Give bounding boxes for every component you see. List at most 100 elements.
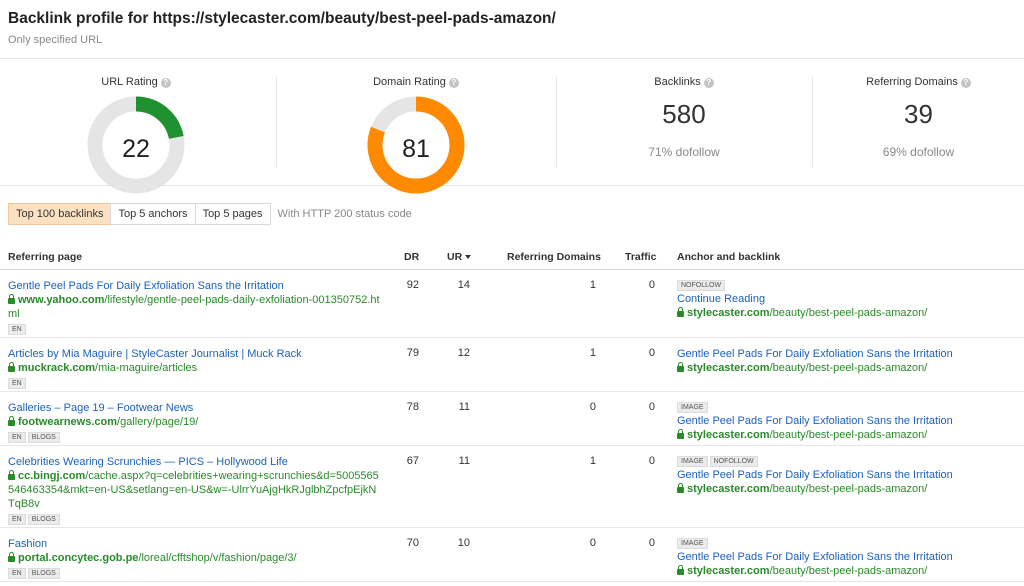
url-domain: muckrack.com (18, 362, 96, 374)
domain-rating-value: 81 (402, 135, 430, 163)
anchor-tags: IMAGE NOFOLLOW (677, 455, 1017, 467)
url-domain: stylecaster.com (687, 429, 770, 441)
tab-top-5-anchors[interactable]: Top 5 anchors (110, 203, 196, 225)
referring-domains-value[interactable]: 39 (813, 99, 1024, 130)
tab-top-5-pages[interactable]: Top 5 pages (194, 203, 271, 225)
traffic-value: 0 (648, 347, 655, 359)
link-type-tag: IMAGE (677, 456, 708, 467)
help-icon[interactable]: ? (703, 78, 714, 88)
referring-page-url[interactable]: www.yahoo.com/lifestyle/gentle-peel-pads… (8, 293, 380, 321)
lock-icon (677, 307, 684, 317)
backlink-target-url[interactable]: stylecaster.com/beauty/best-peel-pads-am… (677, 564, 1017, 578)
referring-page-title[interactable]: Celebrities Wearing Scrunchies — PICS – … (8, 455, 380, 469)
anchor-text[interactable]: Continue Reading (677, 292, 1017, 306)
backlink-target-url[interactable]: stylecaster.com/beauty/best-peel-pads-am… (677, 361, 1017, 375)
lock-icon (677, 429, 684, 439)
dr-value: 70 (406, 537, 419, 549)
anchor-cell: IMAGE NOFOLLOW Gentle Peel Pads For Daily… (677, 455, 1017, 496)
lock-icon (8, 362, 15, 372)
metrics-panel: URL Rating? 22 Domain Rating? 81 Backlin… (0, 58, 1024, 194)
dr-value: 67 (406, 455, 419, 467)
referring-page-url[interactable]: muckrack.com/mia-maguire/articles (8, 361, 380, 375)
language-tag: EN (8, 378, 26, 389)
domain-rating-metric: Domain Rating? 81 (277, 59, 555, 194)
url-path: /beauty/best-peel-pads-amazon/ (769, 483, 928, 495)
col-dr[interactable]: DR (404, 251, 419, 263)
lock-icon (8, 552, 15, 562)
url-domain: stylecaster.com (687, 565, 770, 577)
anchor-tags: IMAGE (677, 537, 1017, 549)
url-rating-metric: URL Rating? 22 (0, 59, 272, 194)
ur-value: 11 (458, 401, 470, 413)
referring-page-title[interactable]: Articles by Mia Maguire | StyleCaster Jo… (8, 347, 380, 361)
page-tags: EN (8, 377, 380, 389)
backlinks-metric: Backlinks? 580 71% dofollow (557, 59, 811, 187)
lock-icon (677, 483, 684, 493)
backlink-target-url[interactable]: stylecaster.com/beauty/best-peel-pads-am… (677, 482, 1017, 496)
referring-domains-metric: Referring Domains? 39 69% dofollow (813, 59, 1024, 187)
referring-page-title[interactable]: Fashion (8, 537, 380, 551)
col-referring-domains[interactable]: Referring Domains (507, 251, 601, 263)
referring-page-url[interactable]: portal.concytec.gob.pe/loreal/cfftshop/v… (8, 551, 380, 565)
language-tag: EN (8, 432, 26, 443)
tabs-note: With HTTP 200 status code (277, 208, 412, 220)
traffic-value: 0 (648, 401, 655, 413)
table-row: Fashion portal.concytec.gob.pe/loreal/cf… (0, 528, 1024, 582)
url-rating-label: URL Rating (101, 76, 158, 88)
referring-page-title[interactable]: Gentle Peel Pads For Daily Exfoliation S… (8, 279, 380, 293)
lock-icon (677, 565, 684, 575)
language-tag: EN (8, 514, 26, 525)
url-domain: www.yahoo.com (18, 294, 105, 306)
table-row: Celebrities Wearing Scrunchies — PICS – … (0, 446, 1024, 528)
referring-domains-dofollow: 69% dofollow (882, 145, 955, 159)
help-icon[interactable]: ? (960, 78, 971, 88)
backlink-target-url[interactable]: stylecaster.com/beauty/best-peel-pads-am… (677, 306, 1017, 320)
lock-icon (8, 470, 15, 480)
ur-value: 12 (457, 347, 470, 359)
help-icon[interactable]: ? (160, 78, 171, 88)
help-icon[interactable]: ? (448, 78, 459, 88)
referring-domains-value: 0 (589, 401, 596, 413)
referring-page-url[interactable]: cc.bingj.com/cache.aspx?q=celebrities+we… (8, 469, 380, 511)
referring-page-url[interactable]: footwearnews.com/gallery/page/19/ (8, 415, 380, 429)
anchor-tags: NOFOLLOW (677, 279, 1017, 291)
backlinks-dofollow: 71% dofollow (648, 145, 720, 159)
url-path: /gallery/page/19/ (117, 416, 199, 428)
tab-top-100-backlinks[interactable]: Top 100 backlinks (8, 203, 112, 225)
url-domain: cc.bingj.com (18, 470, 86, 482)
backlinks-value[interactable]: 580 (557, 99, 811, 130)
language-tag: BLOGS (27, 568, 60, 579)
col-referring-page[interactable]: Referring page (8, 251, 82, 263)
url-domain: stylecaster.com (687, 307, 770, 319)
anchor-text[interactable]: Gentle Peel Pads For Daily Exfoliation S… (677, 550, 1017, 564)
table-body: Gentle Peel Pads For Daily Exfoliation S… (0, 270, 1024, 582)
anchor-text[interactable]: Gentle Peel Pads For Daily Exfoliation S… (677, 347, 1017, 361)
anchor-cell: IMAGE Gentle Peel Pads For Daily Exfolia… (677, 537, 1017, 578)
anchor-cell: NOFOLLOW Continue Reading stylecaster.co… (677, 279, 1017, 320)
backlink-target-url[interactable]: stylecaster.com/beauty/best-peel-pads-am… (677, 428, 1017, 442)
col-ur[interactable]: UR (447, 251, 472, 263)
referring-page-cell: Fashion portal.concytec.gob.pe/loreal/cf… (8, 537, 380, 579)
table-row: Articles by Mia Maguire | StyleCaster Jo… (0, 338, 1024, 392)
url-path: /mia-maguire/articles (95, 362, 198, 374)
page-tags: EN BLOGS (8, 513, 380, 525)
col-traffic[interactable]: Traffic (625, 251, 657, 263)
referring-page-title[interactable]: Galleries – Page 19 – Footwear News (8, 401, 380, 415)
url-domain: stylecaster.com (687, 483, 770, 495)
referring-domains-value: 1 (589, 455, 596, 467)
referring-page-cell: Galleries – Page 19 – Footwear News foot… (8, 401, 380, 443)
lock-icon (677, 362, 684, 372)
lock-icon (8, 294, 15, 304)
col-ur-label: UR (447, 251, 463, 263)
anchor-text[interactable]: Gentle Peel Pads For Daily Exfoliation S… (677, 414, 1017, 428)
ur-value: 10 (457, 537, 470, 549)
referring-domains-label: Referring Domains (866, 76, 958, 88)
table-row: Galleries – Page 19 – Footwear News foot… (0, 392, 1024, 446)
url-path: /beauty/best-peel-pads-amazon/ (769, 565, 928, 577)
language-tag: EN (8, 324, 26, 335)
backlinks-label: Backlinks (654, 76, 701, 88)
page-tags: EN BLOGS (8, 567, 380, 579)
anchor-text[interactable]: Gentle Peel Pads For Daily Exfoliation S… (677, 468, 1017, 482)
url-path: /beauty/best-peel-pads-amazon/ (769, 362, 928, 374)
url-rating-value: 22 (122, 135, 150, 163)
